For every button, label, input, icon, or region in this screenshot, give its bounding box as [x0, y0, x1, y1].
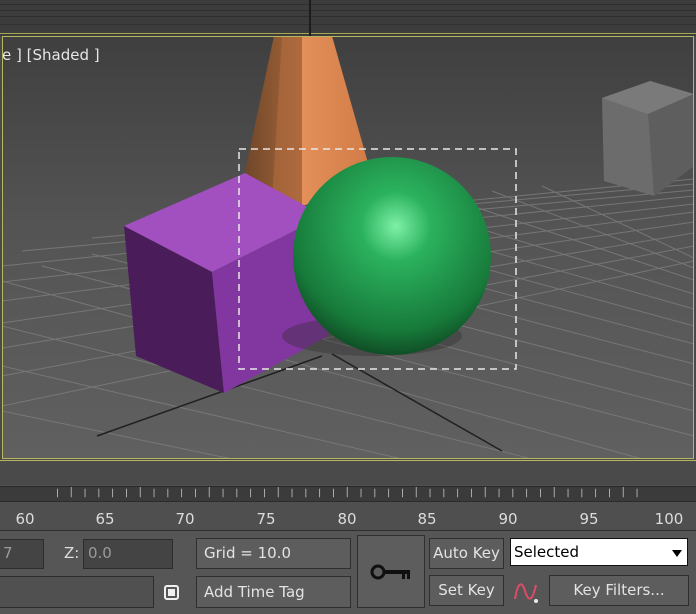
separator-line [0, 16, 696, 17]
key-mode-dropdown[interactable]: Selected [510, 538, 688, 566]
key-icon [370, 564, 410, 580]
timeline-ticks [56, 487, 638, 498]
key-filters-button[interactable]: Key Filters... [549, 575, 689, 606]
tick-label: 65 [95, 510, 115, 528]
separator-line [0, 4, 696, 5]
tick-label: 75 [256, 510, 276, 528]
tick-label: 70 [175, 510, 195, 528]
add-time-tag-button[interactable]: Add Time Tag [196, 576, 351, 608]
tick-label: 90 [498, 510, 518, 528]
viewport-top-strip [0, 0, 696, 36]
auto-key-label: Auto Key [433, 544, 500, 562]
timeline[interactable]: 60 65 70 75 80 85 90 95 100 [0, 460, 696, 530]
tick-label: 85 [417, 510, 437, 528]
perspective-viewport[interactable]: e ] [Shaded ] [2, 36, 694, 459]
key-filters-label: Key Filters... [573, 581, 665, 599]
viewport-label[interactable]: e ] [Shaded ] [2, 46, 100, 64]
tick-label: 80 [337, 510, 357, 528]
add-time-tag-label: Add Time Tag [204, 583, 305, 601]
grid-display: Grid = 10.0 [196, 538, 351, 569]
set-key-mode-button[interactable] [357, 535, 425, 608]
timeline-gap [0, 461, 696, 485]
selection-lock-icon[interactable] [162, 583, 182, 603]
z-coordinate-value: 0.0 [88, 544, 112, 562]
chevron-down-icon[interactable] [672, 550, 682, 557]
x-coordinate-value: 7 [3, 544, 13, 562]
tick-label: 95 [579, 510, 599, 528]
z-coordinate-field[interactable]: 0.0 [83, 539, 173, 569]
set-key-label: Set Key [438, 581, 495, 599]
grid-label: Grid = 10.0 [204, 544, 291, 562]
separator-line [0, 10, 696, 11]
separator-line [0, 24, 696, 25]
key-mode-selected: Selected [514, 543, 580, 561]
tick-label: 60 [15, 510, 35, 528]
z-label: Z: [64, 544, 80, 562]
curve-editor-icon[interactable] [512, 577, 540, 605]
separator-line [0, 33, 696, 34]
tick-label: 100 [654, 510, 684, 528]
viewport-splitter[interactable] [309, 0, 311, 36]
x-coordinate-field[interactable]: 7 [0, 539, 44, 569]
scene-canvas[interactable] [2, 36, 694, 459]
auto-key-button[interactable]: Auto Key [429, 538, 504, 569]
prompt-line[interactable] [0, 576, 154, 608]
status-bar: 7 Z: 0.0 Grid = 10.0 Add Time Tag Auto K… [0, 530, 696, 614]
set-key-button[interactable]: Set Key [429, 575, 504, 606]
